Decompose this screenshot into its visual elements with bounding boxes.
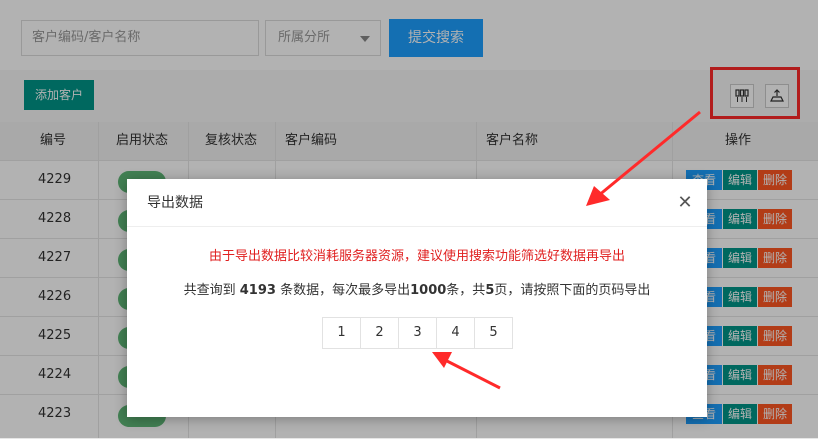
annotation-arrows: [432, 110, 701, 390]
arrowhead: [432, 352, 452, 368]
arrow-to-pager: [444, 358, 501, 390]
arrow-to-export-icon: [597, 110, 701, 198]
